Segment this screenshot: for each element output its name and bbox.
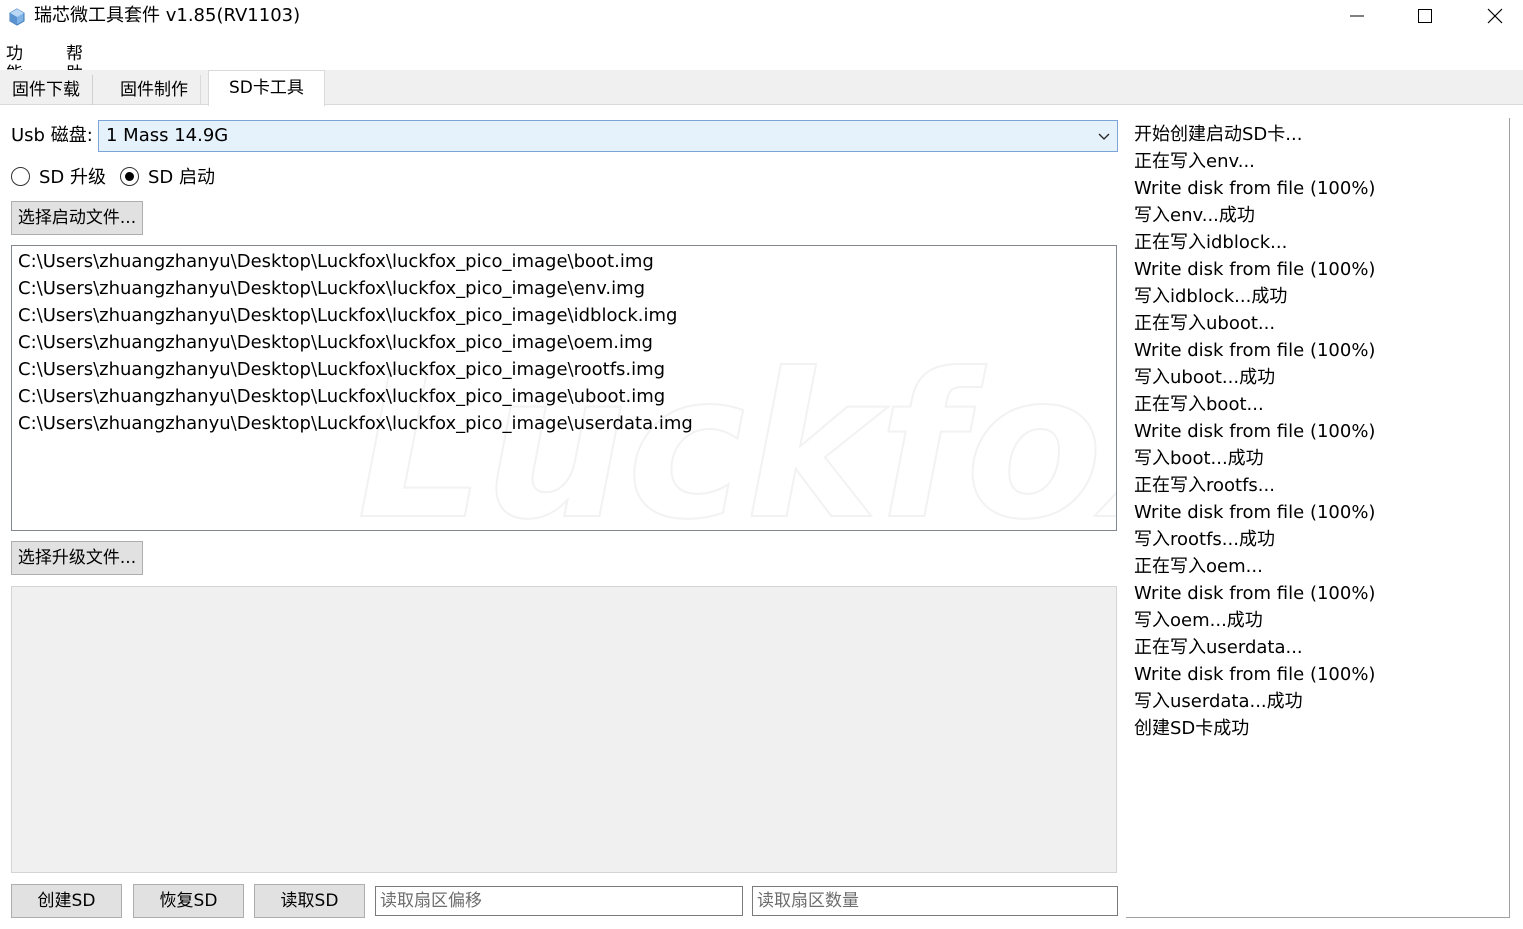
log-panel[interactable]: 开始创建启动SD卡... 正在写入env... Write disk from … <box>1126 118 1510 918</box>
file-item[interactable]: C:\Users\zhuangzhanyu\Desktop\Luckfox\lu… <box>18 332 653 354</box>
tab-firmware-make[interactable]: 固件制作 <box>108 75 201 105</box>
log-line: 正在写入uboot... <box>1134 313 1276 334</box>
maximize-icon <box>1418 9 1432 23</box>
sd-upgrade-radio[interactable]: SD 升级 <box>11 165 107 188</box>
file-item[interactable]: C:\Users\zhuangzhanyu\Desktop\Luckfox\lu… <box>18 305 677 327</box>
log-line: 正在写入oem... <box>1134 556 1263 577</box>
upgrade-file-list <box>11 586 1117 873</box>
title-bar: 瑞芯微工具套件 v1.85(RV1103) <box>0 0 1523 34</box>
close-button[interactable] <box>1460 0 1523 32</box>
close-icon <box>1487 8 1503 24</box>
sd-upgrade-label: SD 升级 <box>39 167 107 188</box>
file-item[interactable]: C:\Users\zhuangzhanyu\Desktop\Luckfox\lu… <box>18 359 665 381</box>
sd-boot-radio[interactable]: SD 启动 <box>120 165 216 188</box>
log-line: Write disk from file (100%) <box>1134 340 1376 361</box>
log-line: 写入idblock...成功 <box>1134 286 1288 307</box>
log-line: 写入rootfs...成功 <box>1134 529 1275 550</box>
log-line: 正在写入rootfs... <box>1134 475 1275 496</box>
tab-firmware-download[interactable]: 固件下载 <box>0 75 93 105</box>
file-item[interactable]: C:\Users\zhuangzhanyu\Desktop\Luckfox\lu… <box>18 278 645 300</box>
log-line: 写入uboot...成功 <box>1134 367 1276 388</box>
log-line: 开始创建启动SD卡... <box>1134 124 1303 145</box>
log-line: 正在写入env... <box>1134 151 1255 172</box>
window-title: 瑞芯微工具套件 v1.85(RV1103) <box>34 5 301 26</box>
log-line: Write disk from file (100%) <box>1134 583 1376 604</box>
log-line: Write disk from file (100%) <box>1134 502 1376 523</box>
log-line: 写入boot...成功 <box>1134 448 1264 469</box>
minimize-icon <box>1350 15 1364 17</box>
file-item[interactable]: C:\Users\zhuangzhanyu\Desktop\Luckfox\lu… <box>18 251 654 273</box>
maximize-button[interactable] <box>1390 0 1460 32</box>
sector-offset-input[interactable] <box>375 886 743 916</box>
log-line: Write disk from file (100%) <box>1134 421 1376 442</box>
tab-sd-tool[interactable]: SD卡工具 <box>208 70 325 106</box>
usb-disk-value: 1 Mass 14.9G <box>106 125 229 146</box>
sector-count-input[interactable] <box>752 886 1118 916</box>
sd-boot-label: SD 启动 <box>148 167 216 188</box>
boot-file-list[interactable]: Luckfox C:\Users\zhuangzhanyu\Desktop\Lu… <box>11 245 1117 531</box>
app-icon <box>9 8 25 26</box>
radio-checked-icon <box>120 166 139 186</box>
log-line: 正在写入boot... <box>1134 394 1264 415</box>
log-line: 正在写入userdata... <box>1134 637 1303 658</box>
read-sd-button[interactable]: 读取SD <box>254 884 365 918</box>
minimize-button[interactable] <box>1322 0 1392 32</box>
select-boot-files-button[interactable]: 选择启动文件... <box>11 201 143 235</box>
log-line: Write disk from file (100%) <box>1134 178 1376 199</box>
usb-disk-label: Usb 磁盘: <box>11 125 93 146</box>
log-line: 写入oem...成功 <box>1134 610 1263 631</box>
log-line: 写入userdata...成功 <box>1134 691 1303 712</box>
log-line: Write disk from file (100%) <box>1134 664 1376 685</box>
log-line: 创建SD卡成功 <box>1134 718 1250 739</box>
log-line: Write disk from file (100%) <box>1134 259 1376 280</box>
radio-unchecked-icon <box>11 166 30 186</box>
chevron-down-icon <box>1098 133 1110 140</box>
create-sd-button[interactable]: 创建SD <box>11 884 122 918</box>
log-line: 写入env...成功 <box>1134 205 1255 226</box>
file-item[interactable]: C:\Users\zhuangzhanyu\Desktop\Luckfox\lu… <box>18 413 693 435</box>
log-line: 正在写入idblock... <box>1134 232 1288 253</box>
tab-strip: 固件下载 固件制作 SD卡工具 <box>0 70 1523 106</box>
usb-disk-select[interactable]: 1 Mass 14.9G <box>98 120 1118 152</box>
restore-sd-button[interactable]: 恢复SD <box>133 884 244 918</box>
select-upgrade-files-button[interactable]: 选择升级文件... <box>11 541 143 575</box>
file-item[interactable]: C:\Users\zhuangzhanyu\Desktop\Luckfox\lu… <box>18 386 665 408</box>
